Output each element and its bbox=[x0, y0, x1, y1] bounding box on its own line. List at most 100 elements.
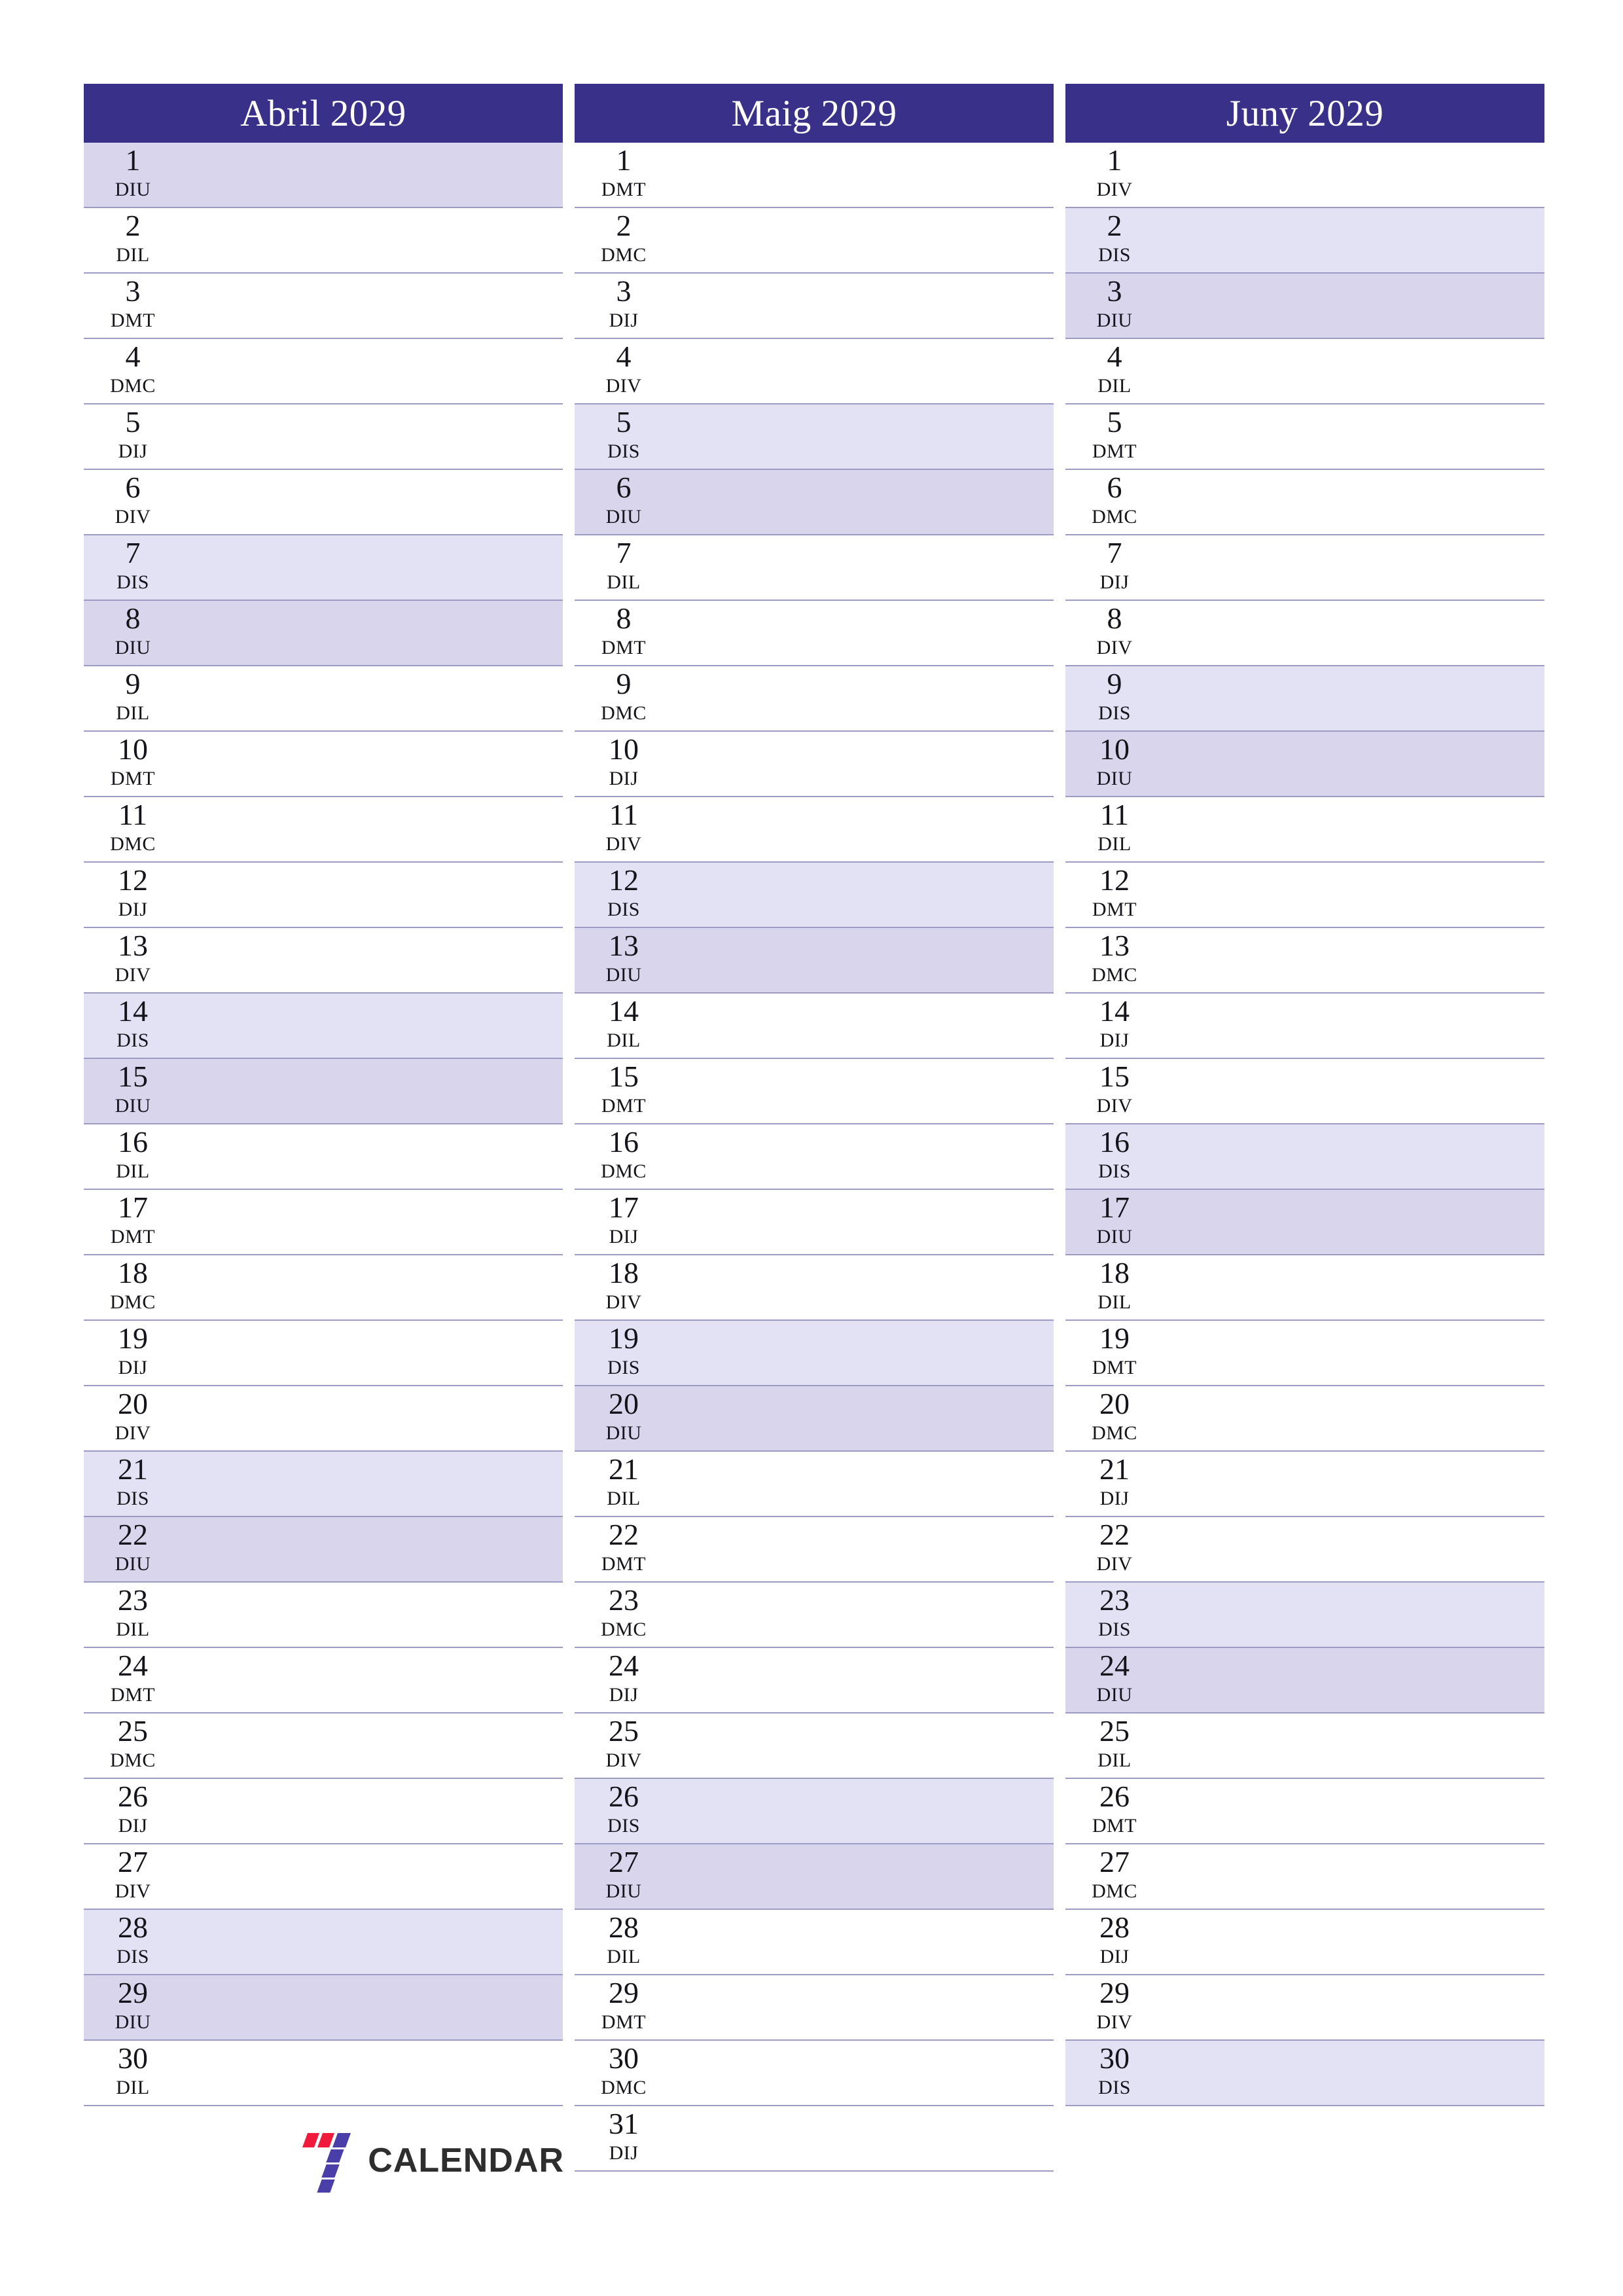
day-number: 22 bbox=[118, 1518, 148, 1551]
day-row[interactable]: 11 DMC bbox=[84, 797, 563, 863]
day-row[interactable]: 25 DMC bbox=[84, 1713, 563, 1779]
day-row[interactable]: 4 DIL bbox=[1065, 339, 1544, 404]
day-row[interactable]: 30 DMC bbox=[575, 2041, 1054, 2106]
day-row[interactable]: 3 DIU bbox=[1065, 274, 1544, 339]
day-row[interactable]: 23 DMC bbox=[575, 1583, 1054, 1648]
day-row[interactable]: 25 DIL bbox=[1065, 1713, 1544, 1779]
day-row[interactable]: 22 DIV bbox=[1065, 1517, 1544, 1583]
day-weekday-abbr: DMT bbox=[110, 1226, 156, 1247]
day-row[interactable]: 28 DIL bbox=[575, 1910, 1054, 1975]
day-row[interactable]: 7 DIS bbox=[84, 535, 563, 601]
day-row[interactable]: 17 DMT bbox=[84, 1190, 563, 1255]
day-row[interactable]: 27 DMC bbox=[1065, 1844, 1544, 1910]
day-row[interactable]: 13 DIU bbox=[575, 928, 1054, 994]
day-row[interactable]: 12 DIJ bbox=[84, 863, 563, 928]
day-number: 21 bbox=[609, 1452, 639, 1486]
day-row[interactable]: 19 DIJ bbox=[84, 1321, 563, 1386]
day-row[interactable]: 11 DIL bbox=[1065, 797, 1544, 863]
day-number: 20 bbox=[1099, 1387, 1130, 1420]
day-row[interactable]: 16 DIL bbox=[84, 1124, 563, 1190]
day-row[interactable]: 17 DIJ bbox=[575, 1190, 1054, 1255]
day-row[interactable]: 8 DIU bbox=[84, 601, 563, 666]
day-row[interactable]: 13 DMC bbox=[1065, 928, 1544, 994]
day-row[interactable]: 24 DIU bbox=[1065, 1648, 1544, 1713]
day-row[interactable]: 10 DMT bbox=[84, 732, 563, 797]
day-row[interactable]: 8 DMT bbox=[575, 601, 1054, 666]
day-row[interactable]: 3 DMT bbox=[84, 274, 563, 339]
day-row[interactable]: 7 DIJ bbox=[1065, 535, 1544, 601]
day-row[interactable]: 12 DIS bbox=[575, 863, 1054, 928]
day-row[interactable]: 2 DMC bbox=[575, 208, 1054, 274]
day-row[interactable]: 26 DMT bbox=[1065, 1779, 1544, 1844]
day-row[interactable]: 4 DMC bbox=[84, 339, 563, 404]
day-row[interactable]: 31 DIJ bbox=[575, 2106, 1054, 2172]
day-row[interactable]: 9 DIS bbox=[1065, 666, 1544, 732]
day-weekday-abbr: DMC bbox=[1092, 506, 1137, 528]
day-row[interactable]: 30 DIL bbox=[84, 2041, 563, 2106]
day-row[interactable]: 6 DIV bbox=[84, 470, 563, 535]
day-row[interactable]: 16 DIS bbox=[1065, 1124, 1544, 1190]
day-row[interactable]: 23 DIL bbox=[84, 1583, 563, 1648]
day-row[interactable]: 27 DIV bbox=[84, 1844, 563, 1910]
day-row[interactable]: 18 DMC bbox=[84, 1255, 563, 1321]
day-row[interactable]: 9 DIL bbox=[84, 666, 563, 732]
day-row[interactable]: 30 DIS bbox=[1065, 2041, 1544, 2106]
day-row[interactable]: 19 DMT bbox=[1065, 1321, 1544, 1386]
day-row[interactable]: 21 DIL bbox=[575, 1452, 1054, 1517]
day-row[interactable]: 19 DIS bbox=[575, 1321, 1054, 1386]
day-row[interactable]: 23 DIS bbox=[1065, 1583, 1544, 1648]
day-row[interactable]: 18 DIV bbox=[575, 1255, 1054, 1321]
day-row[interactable]: 21 DIJ bbox=[1065, 1452, 1544, 1517]
day-row[interactable]: 12 DMT bbox=[1065, 863, 1544, 928]
day-row[interactable]: 14 DIS bbox=[84, 994, 563, 1059]
day-row[interactable]: 16 DMC bbox=[575, 1124, 1054, 1190]
day-row[interactable]: 22 DMT bbox=[575, 1517, 1054, 1583]
day-row[interactable]: 24 DMT bbox=[84, 1648, 563, 1713]
day-row[interactable]: 9 DMC bbox=[575, 666, 1054, 732]
day-row[interactable]: 17 DIU bbox=[1065, 1190, 1544, 1255]
day-row[interactable]: 5 DMT bbox=[1065, 404, 1544, 470]
day-row[interactable]: 5 DIJ bbox=[84, 404, 563, 470]
day-row[interactable]: 18 DIL bbox=[1065, 1255, 1544, 1321]
day-row[interactable]: 26 DIJ bbox=[84, 1779, 563, 1844]
day-row[interactable]: 15 DIV bbox=[1065, 1059, 1544, 1124]
day-row[interactable]: 1 DIU bbox=[84, 143, 563, 208]
day-row[interactable]: 29 DMT bbox=[575, 1975, 1054, 2041]
day-row[interactable]: 11 DIV bbox=[575, 797, 1054, 863]
day-row[interactable]: 20 DIU bbox=[575, 1386, 1054, 1452]
day-row[interactable]: 14 DIJ bbox=[1065, 994, 1544, 1059]
day-weekday-abbr: DIV bbox=[605, 833, 642, 855]
day-row[interactable]: 20 DMC bbox=[1065, 1386, 1544, 1452]
day-row[interactable]: 1 DIV bbox=[1065, 143, 1544, 208]
day-row[interactable]: 15 DMT bbox=[575, 1059, 1054, 1124]
day-row[interactable]: 28 DIJ bbox=[1065, 1910, 1544, 1975]
day-row[interactable]: 14 DIL bbox=[575, 994, 1054, 1059]
day-row[interactable]: 3 DIJ bbox=[575, 274, 1054, 339]
day-row[interactable]: 2 DIS bbox=[1065, 208, 1544, 274]
day-row[interactable]: 20 DIV bbox=[84, 1386, 563, 1452]
day-row[interactable]: 10 DIU bbox=[1065, 732, 1544, 797]
day-row[interactable]: 4 DIV bbox=[575, 339, 1054, 404]
day-row[interactable]: 22 DIU bbox=[84, 1517, 563, 1583]
day-row[interactable]: 13 DIV bbox=[84, 928, 563, 994]
day-row[interactable]: 2 DIL bbox=[84, 208, 563, 274]
day-row[interactable]: 5 DIS bbox=[575, 404, 1054, 470]
day-row[interactable]: 6 DIU bbox=[575, 470, 1054, 535]
day-row[interactable]: 25 DIV bbox=[575, 1713, 1054, 1779]
day-number: 9 bbox=[1107, 667, 1122, 700]
day-row[interactable]: 1 DMT bbox=[575, 143, 1054, 208]
day-number: 1 bbox=[616, 143, 632, 177]
day-row[interactable]: 8 DIV bbox=[1065, 601, 1544, 666]
day-row[interactable]: 10 DIJ bbox=[575, 732, 1054, 797]
day-row[interactable]: 29 DIV bbox=[1065, 1975, 1544, 2041]
day-row[interactable]: 7 DIL bbox=[575, 535, 1054, 601]
day-row[interactable]: 21 DIS bbox=[84, 1452, 563, 1517]
day-row[interactable]: 15 DIU bbox=[84, 1059, 563, 1124]
day-row[interactable]: 24 DIJ bbox=[575, 1648, 1054, 1713]
day-number: 18 bbox=[118, 1256, 148, 1289]
day-row[interactable]: 29 DIU bbox=[84, 1975, 563, 2041]
day-row[interactable]: 6 DMC bbox=[1065, 470, 1544, 535]
day-row[interactable]: 28 DIS bbox=[84, 1910, 563, 1975]
day-row[interactable]: 27 DIU bbox=[575, 1844, 1054, 1910]
day-row[interactable]: 26 DIS bbox=[575, 1779, 1054, 1844]
